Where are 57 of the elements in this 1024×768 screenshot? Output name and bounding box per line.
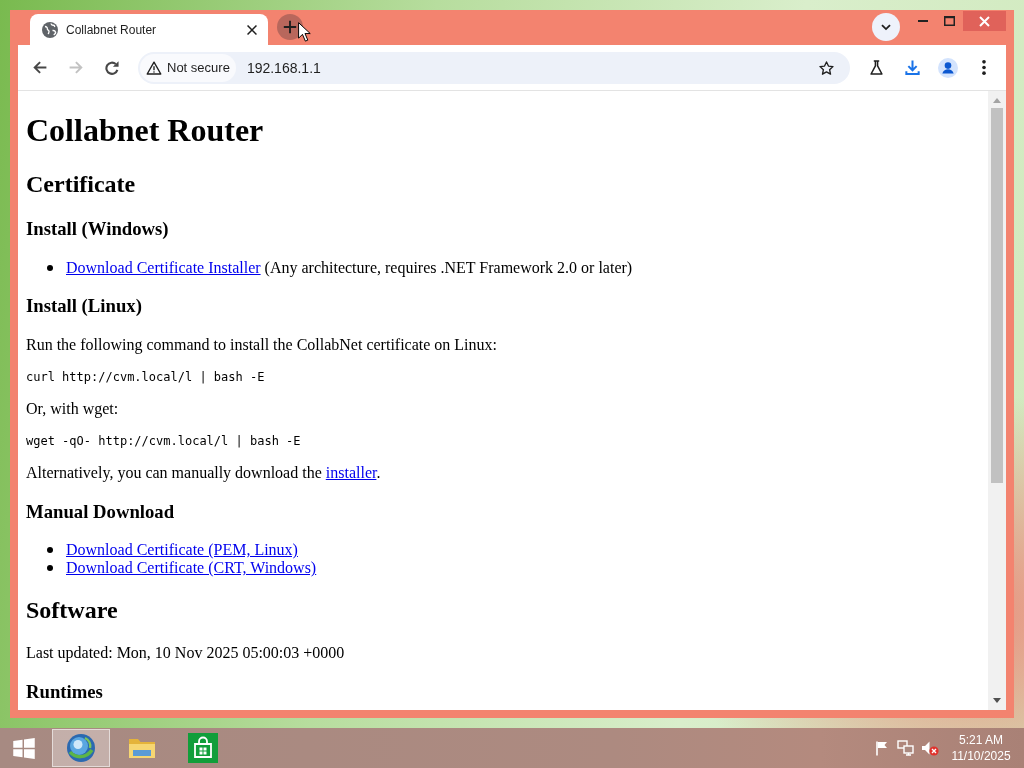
section-heading: Software: [26, 597, 118, 625]
new-tab-button[interactable]: [277, 14, 303, 40]
tab-search-button[interactable]: [872, 13, 900, 41]
globe-icon: [67, 734, 95, 762]
shopping-bag-icon: [188, 733, 218, 763]
link[interactable]: Download Certificate (CRT, Windows): [66, 559, 317, 577]
paragraph: Run the following command to install the CollabNet certificate on Linux:: [26, 335, 497, 354]
network-icon[interactable]: [897, 740, 915, 756]
address-bar[interactable]: Not secure 192.168.1.1: [138, 51, 850, 84]
clock-time: 5:21 AM: [959, 732, 1003, 748]
link[interactable]: installer: [325, 463, 377, 481]
url-text: 192.168.1.1: [246, 59, 321, 76]
scrollbar-thumb[interactable]: [991, 108, 1003, 483]
speaker-muted-icon[interactable]: [921, 740, 939, 756]
forward-arrow-icon: [69, 61, 83, 74]
flag-icon[interactable]: [876, 740, 888, 756]
warning-icon: [146, 60, 162, 75]
bullet-icon: [47, 547, 53, 554]
taskbar-button[interactable]: [52, 729, 110, 767]
more-options-icon: [982, 60, 986, 75]
browser-tab[interactable]: Collabnet Router: [30, 14, 268, 45]
subsection-heading: Manual Download: [26, 500, 175, 523]
list-item-text: Download Certificate Installer (Any architecture, requires .NET Framework 2.0 or later): [66, 258, 633, 277]
plus-icon: [283, 20, 297, 34]
subsection-heading: Runtimes: [26, 680, 103, 703]
clock-date: 11/10/2025: [951, 748, 1011, 764]
globe-icon: [42, 21, 58, 38]
security-chip[interactable]: Not secure: [140, 53, 236, 82]
profile-avatar-icon: [938, 57, 958, 78]
minimize-icon: [917, 20, 928, 22]
maximize-icon: [944, 16, 955, 26]
close-icon: [979, 15, 990, 27]
link[interactable]: Download Certificate Installer: [66, 258, 261, 276]
paragraph: Alternatively, you can manually download the installer.: [26, 463, 381, 482]
star-icon: [818, 60, 834, 75]
section-heading: Certificate: [26, 170, 136, 198]
reload-icon: [105, 60, 119, 75]
scroll-down-icon[interactable]: [993, 698, 1001, 703]
command-line: wget -qO- http://cvm.local/l | bash -E: [26, 433, 301, 448]
subsection-heading: Install (Linux): [26, 295, 142, 318]
paragraph: Last updated: Mon, 10 Nov 2025 05:00:03 +0000: [26, 644, 345, 663]
close-icon: [247, 24, 257, 35]
flask-icon: [869, 60, 883, 75]
page-title: Collabnet Router: [26, 112, 264, 150]
folder-icon: [128, 737, 156, 759]
windows-logo-icon: [13, 737, 35, 759]
bullet-icon: [47, 565, 53, 572]
download-icon: [904, 60, 920, 75]
subsection-heading: Install (Windows): [26, 217, 169, 240]
mouse-pointer-icon: [298, 22, 311, 42]
back-arrow-icon: [33, 61, 47, 74]
chevron-down-icon: [881, 23, 891, 31]
paragraph: Or, with wget:: [26, 399, 119, 418]
link[interactable]: Download Certificate (PEM, Linux): [66, 541, 298, 559]
command-line: curl http://cvm.local/l | bash -E: [26, 369, 265, 384]
bullet-icon: [47, 264, 53, 271]
close-window-button[interactable]: [963, 11, 1006, 31]
